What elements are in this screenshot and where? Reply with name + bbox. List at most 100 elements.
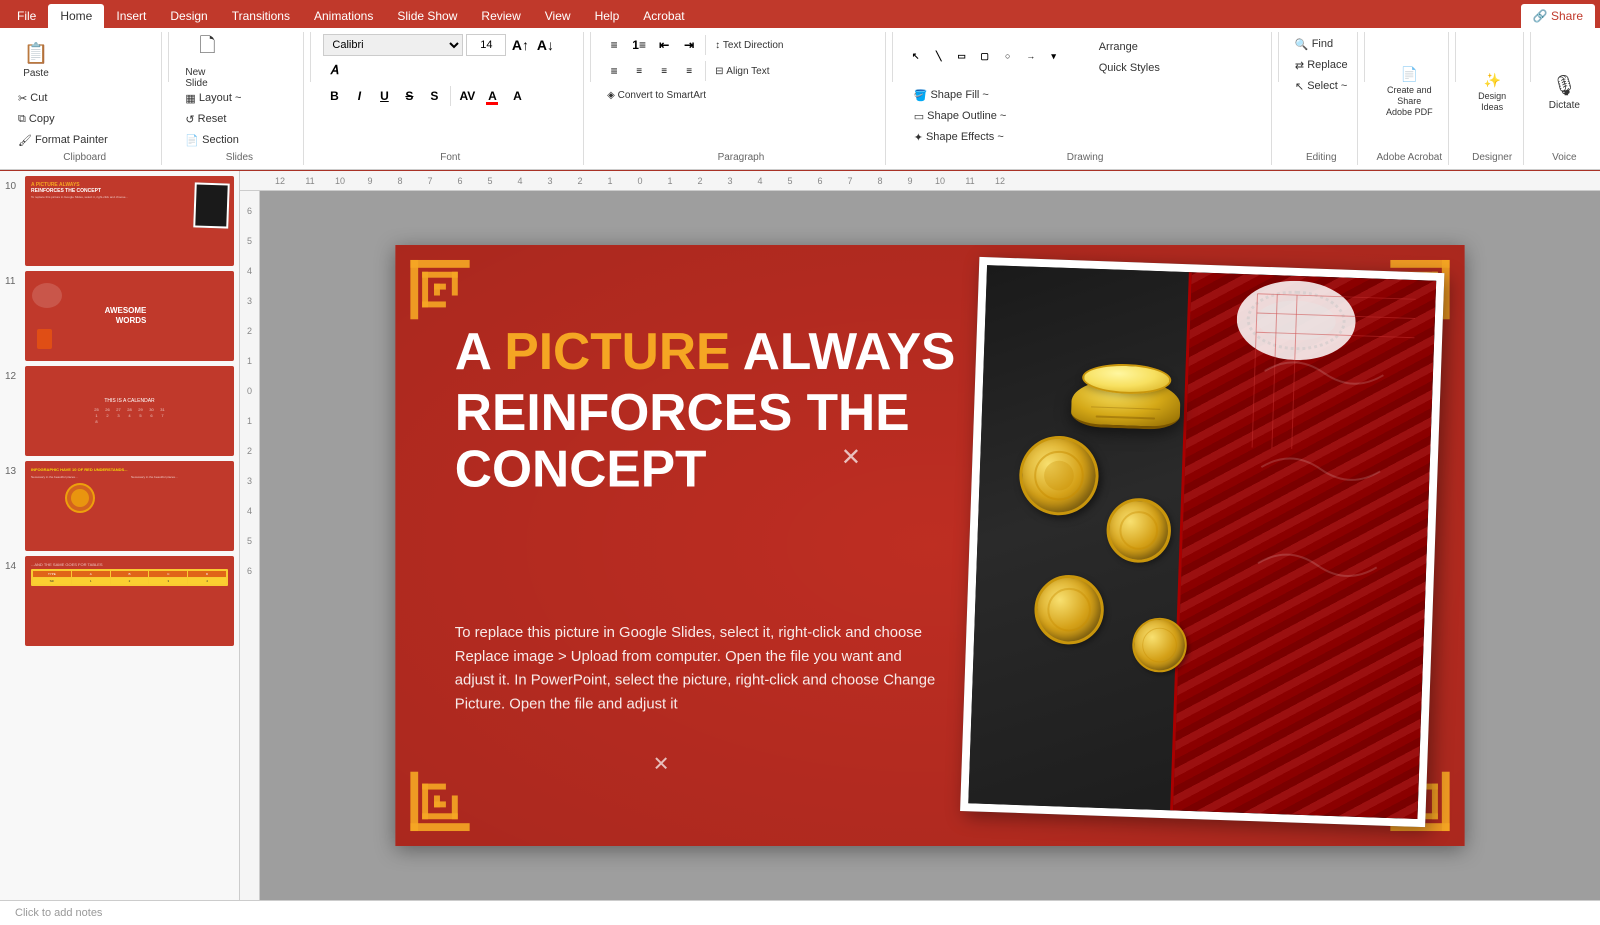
editing-label: Editing bbox=[1306, 150, 1337, 163]
find-button[interactable]: 🔍 Find bbox=[1291, 34, 1337, 54]
sep3 bbox=[590, 32, 591, 82]
thumb-img-12: THIS IS A CALENDAR 25 26 27 28 29 30 31 … bbox=[27, 368, 232, 454]
slide-thumb-12[interactable]: THIS IS A CALENDAR 25 26 27 28 29 30 31 … bbox=[25, 366, 234, 456]
slide-canvas[interactable]: ✕ ✕ A PICTURE ALWAYS REINFORCES THE CONC… bbox=[260, 191, 1600, 900]
justify-button[interactable]: ≡ bbox=[678, 60, 700, 82]
tab-transitions[interactable]: Transitions bbox=[220, 4, 302, 28]
copy-button[interactable]: ⧉ Copy bbox=[14, 109, 112, 129]
notes-area[interactable]: Click to add notes bbox=[0, 900, 1600, 925]
strikethrough-button[interactable]: S bbox=[398, 85, 420, 107]
paste-button[interactable]: 📋 Paste bbox=[14, 34, 58, 86]
slide-body-text[interactable]: To replace this picture in Google Slides… bbox=[455, 621, 940, 716]
para-row1: ≡ 1≡ ⇤ ⇥ ↕ Text Direction bbox=[603, 34, 787, 56]
text-spacing-button[interactable]: AV bbox=[456, 85, 478, 107]
shape-arrow-button[interactable]: ↖ bbox=[905, 45, 927, 67]
new-slide-button[interactable]: 🗋 New Slide bbox=[181, 34, 233, 86]
arrange-button[interactable]: Arrange bbox=[1095, 37, 1164, 57]
shape-more-button[interactable]: ▾ bbox=[1043, 45, 1065, 67]
decrease-indent-button[interactable]: ⇤ bbox=[653, 34, 675, 56]
replace-icon: ⇄ bbox=[1295, 59, 1304, 72]
sep5 bbox=[1278, 32, 1279, 82]
tab-design[interactable]: Design bbox=[158, 4, 219, 28]
layout-button[interactable]: ▦ Layout ~ bbox=[181, 88, 245, 108]
tab-help[interactable]: Help bbox=[583, 4, 632, 28]
shape-outline-icon: ▭ bbox=[914, 110, 924, 123]
shape-rounded-button[interactable]: ▢ bbox=[974, 45, 996, 67]
main-layout: 10 A PICTURE ALWAYS REINFORCES THE CONCE… bbox=[0, 171, 1600, 900]
quick-styles-button[interactable]: Quick Styles bbox=[1095, 58, 1164, 78]
align-right-button[interactable]: ≡ bbox=[653, 60, 675, 82]
voice-label: Voice bbox=[1552, 150, 1576, 163]
adobe-content: 📄 Create and Share Adobe PDF bbox=[1379, 34, 1439, 150]
slides-content: 🗋 New Slide ▦ Layout ~ ↺ Reset 📄 Section bbox=[181, 34, 297, 150]
font-size-input[interactable] bbox=[466, 34, 506, 56]
slide-thumb-13[interactable]: INFOGRAPHIC HAVE 10 OF RED UNDERSTANDS..… bbox=[25, 461, 234, 551]
increase-font-button[interactable]: A↑ bbox=[509, 34, 531, 56]
slide-item-10[interactable]: 10 A PICTURE ALWAYS REINFORCES THE CONCE… bbox=[5, 176, 234, 266]
increase-indent-button[interactable]: ⇥ bbox=[678, 34, 700, 56]
bullets-button[interactable]: ≡ bbox=[603, 34, 625, 56]
decrease-font-button[interactable]: A↓ bbox=[534, 34, 556, 56]
select-button[interactable]: ↖ Select ~ bbox=[1291, 76, 1351, 96]
replace-button[interactable]: ⇄ Replace bbox=[1291, 55, 1352, 75]
tab-animations[interactable]: Animations bbox=[302, 4, 385, 28]
clear-format-button[interactable]: 𝐴 bbox=[323, 59, 345, 81]
numbered-list-button[interactable]: 1≡ bbox=[628, 34, 650, 56]
font-color-button[interactable]: A bbox=[481, 85, 503, 107]
tab-view[interactable]: View bbox=[533, 4, 583, 28]
reset-button[interactable]: ↺ Reset bbox=[181, 109, 245, 129]
align-text-button[interactable]: ⊟ Align Text bbox=[711, 61, 773, 81]
tab-review[interactable]: Review bbox=[469, 4, 532, 28]
slide-thumb-11[interactable]: AWESOME WORDS bbox=[25, 271, 234, 361]
slide-thumb-14[interactable]: ...AND THE SAME GOES FOR TABLES TYPE A B… bbox=[25, 556, 234, 646]
shape-fill-button[interactable]: 🪣 Shape Fill ~ bbox=[910, 85, 1011, 105]
slide-item-12[interactable]: 12 THIS IS A CALENDAR 25 26 27 28 29 30 … bbox=[5, 366, 234, 456]
shape-rect-button[interactable]: ▭ bbox=[951, 45, 973, 67]
designer-content: ✨ Design Ideas bbox=[1467, 34, 1517, 150]
text-direction-button[interactable]: ↕ Text Direction bbox=[711, 35, 787, 55]
shape-circle-button[interactable]: ○ bbox=[997, 45, 1019, 67]
sep6 bbox=[1364, 32, 1365, 82]
font-family-select[interactable]: Calibri bbox=[323, 34, 463, 56]
drawing-label: Drawing bbox=[1067, 150, 1104, 163]
tab-share[interactable]: 🔗 Share bbox=[1521, 4, 1595, 28]
slide-image[interactable] bbox=[960, 257, 1444, 827]
italic-button[interactable]: I bbox=[348, 85, 370, 107]
shape-line-button[interactable]: ╲ bbox=[928, 45, 950, 67]
underline-button[interactable]: U bbox=[373, 85, 395, 107]
font-row1: Calibri A↑ A↓ 𝐴 bbox=[323, 34, 577, 81]
align-left-button[interactable]: ≡ bbox=[603, 60, 625, 82]
section-button[interactable]: 📄 Section bbox=[181, 130, 245, 150]
slide-main[interactable]: ✕ ✕ A PICTURE ALWAYS REINFORCES THE CONC… bbox=[395, 245, 1464, 846]
design-ideas-button[interactable]: ✨ Design Ideas bbox=[1467, 66, 1517, 118]
format-painter-icon: 🖌 bbox=[18, 134, 32, 147]
group-drawing: ↖ ╲ ▭ ▢ ○ → ▾ Arrange Quick Styles 🪣 Sha… bbox=[899, 32, 1273, 165]
convert-smartart-button[interactable]: ◈ Convert to SmartArt bbox=[603, 85, 710, 105]
format-painter-button[interactable]: 🖌 Format Painter bbox=[14, 130, 112, 150]
slide-thumb-10[interactable]: A PICTURE ALWAYS REINFORCES THE CONCEPT … bbox=[25, 176, 234, 266]
align-center-button[interactable]: ≡ bbox=[628, 60, 650, 82]
bold-button[interactable]: B bbox=[323, 85, 345, 107]
text-shadow-button[interactable]: S bbox=[423, 85, 445, 107]
shape-effects-button[interactable]: ✦ Shape Effects ~ bbox=[910, 127, 1011, 147]
tab-slideshow[interactable]: Slide Show bbox=[385, 4, 469, 28]
slide-item-13[interactable]: 13 INFOGRAPHIC HAVE 10 OF RED UNDERSTAND… bbox=[5, 461, 234, 551]
group-adobe: 📄 Create and Share Adobe PDF Adobe Acrob… bbox=[1371, 32, 1449, 165]
slide-panel[interactable]: 10 A PICTURE ALWAYS REINFORCES THE CONCE… bbox=[0, 171, 240, 900]
slide-item-11[interactable]: 11 AWESOME WORDS bbox=[5, 271, 234, 361]
dictate-button[interactable]: 🎙 Dictate bbox=[1542, 66, 1586, 118]
slide-main-title-line2: REINFORCES THE CONCEPT bbox=[455, 386, 980, 499]
group-voice: 🎙 Dictate Voice bbox=[1537, 32, 1592, 165]
shape-right-arrow-button[interactable]: → bbox=[1020, 45, 1042, 67]
tab-home[interactable]: Home bbox=[48, 4, 104, 28]
shape-outline-button[interactable]: ▭ Shape Outline ~ bbox=[910, 106, 1011, 126]
tab-acrobat[interactable]: Acrobat bbox=[631, 4, 696, 28]
tab-file[interactable]: File bbox=[5, 4, 48, 28]
create-pdf-button[interactable]: 📄 Create and Share Adobe PDF bbox=[1379, 66, 1439, 118]
slide-title-area[interactable]: A PICTURE ALWAYS REINFORCES THE CONCEPT bbox=[455, 324, 980, 499]
sep-para2 bbox=[705, 61, 706, 81]
slide-item-14[interactable]: 14 ...AND THE SAME GOES FOR TABLES TYPE … bbox=[5, 556, 234, 646]
tab-insert[interactable]: Insert bbox=[104, 4, 158, 28]
highlight-button[interactable]: A bbox=[506, 85, 528, 107]
cut-button[interactable]: ✂ Cut bbox=[14, 88, 112, 108]
